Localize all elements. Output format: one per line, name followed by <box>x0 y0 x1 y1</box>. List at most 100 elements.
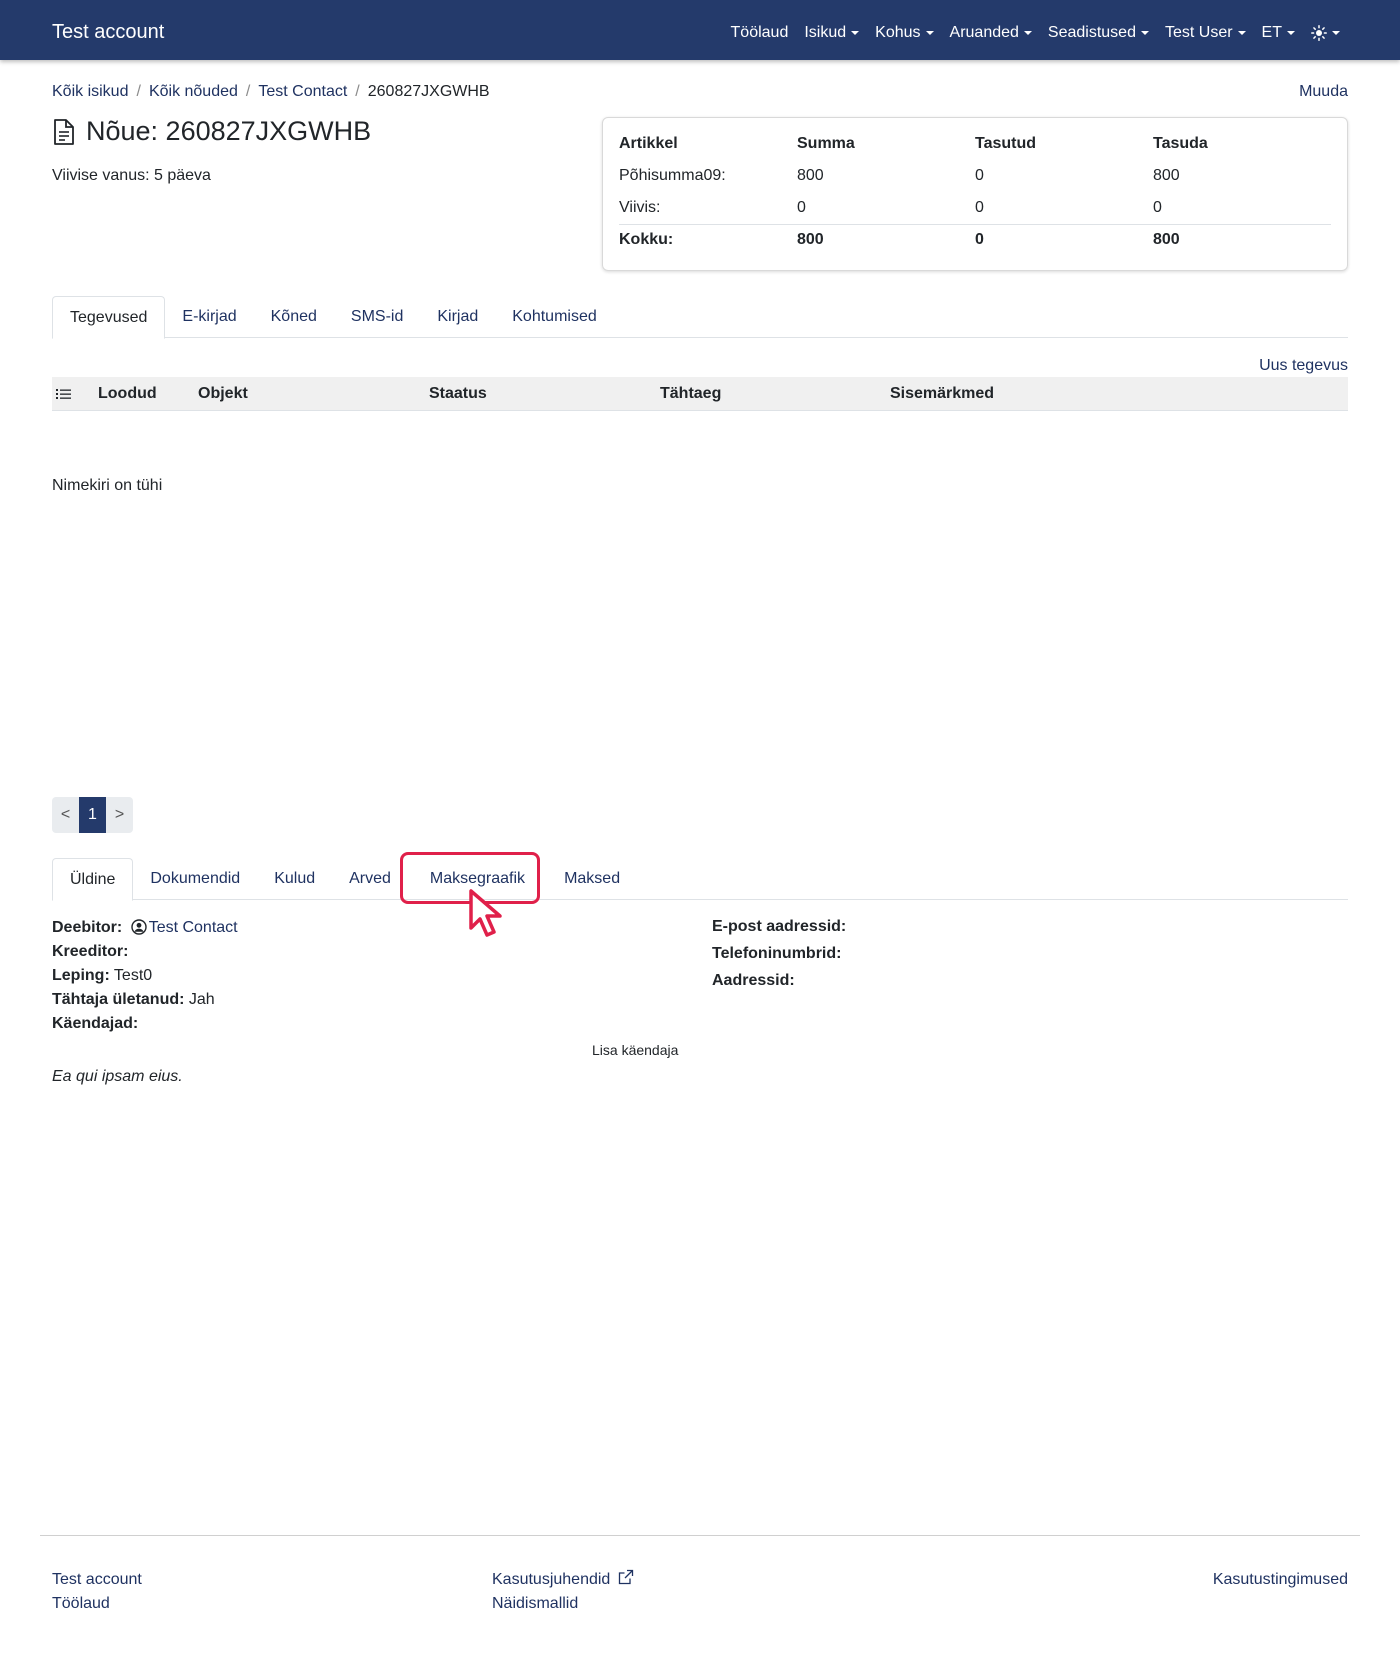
summary-cell: 800 <box>797 223 975 256</box>
user-circle-icon <box>130 919 147 935</box>
phones-label: Telefoninumbrid: <box>712 945 842 962</box>
pagination-next[interactable]: > <box>106 797 133 833</box>
summary-header: Summa <box>797 135 855 152</box>
footer-divider <box>40 1535 1360 1536</box>
column-header-internal-notes[interactable]: Sisemärkmed <box>890 385 994 403</box>
column-header-object[interactable]: Objekt <box>198 385 248 403</box>
pagination: < 1 > <box>52 797 133 833</box>
activity-table-header: Loodud Objekt Staatus Tähtaeg Sisemärkme… <box>52 377 1348 411</box>
footer-column-right: Kasutustingimused <box>1213 1568 1348 1592</box>
external-link-icon <box>618 1569 633 1585</box>
summary-header: Artikkel <box>619 135 678 152</box>
claim-note: Ea qui ipsam eius. <box>52 1068 183 1085</box>
tab-sms[interactable]: SMS-id <box>334 296 420 338</box>
nav-item-isikud[interactable]: Isikud <box>804 24 860 42</box>
claim-details: Deebitor: Test Contact Kreeditor: Leping… <box>52 916 238 1036</box>
creditor-label: Kreeditor: <box>52 943 129 960</box>
summary-cell: Kokku: <box>619 223 797 256</box>
pagination-prev[interactable]: < <box>52 797 79 833</box>
nav-item-aruanded[interactable]: Aruanded <box>950 24 1032 42</box>
caret-down-icon <box>1287 31 1295 35</box>
debtor-link[interactable]: Test Contact <box>149 919 238 936</box>
caret-down-icon <box>851 31 860 35</box>
nav-item-theme[interactable] <box>1311 24 1340 42</box>
contact-details: E-post aadressid: Telefoninumbrid: Aadre… <box>712 913 846 994</box>
summary-cell: 0 <box>797 198 806 216</box>
breadcrumb-separator: / <box>136 83 141 100</box>
summary-cell: 800 <box>1153 167 1180 184</box>
sun-icon <box>1311 25 1327 41</box>
overdue-row: Tähtaja ületanud: Jah <box>52 988 238 1012</box>
tab-costs[interactable]: Kulud <box>257 858 332 900</box>
nav-item-seadistused[interactable]: Seadistused <box>1048 24 1149 42</box>
column-header-created[interactable]: Loodud <box>98 385 157 403</box>
caret-down-icon <box>1023 31 1032 35</box>
contract-label: Leping: <box>52 967 110 984</box>
nav-item-user[interactable]: Test User <box>1165 24 1246 42</box>
summary-header: Tasutud <box>975 135 1037 152</box>
list-icon[interactable] <box>56 387 72 406</box>
nav-item-toolaud[interactable]: Töölaud <box>731 24 789 42</box>
breadcrumb-current: 260827JXGWHB <box>367 83 490 100</box>
caret-down-icon <box>1140 31 1149 35</box>
edit-link[interactable]: Muuda <box>1299 83 1348 101</box>
summary-header: Tasuda <box>1153 135 1208 152</box>
nav-menu: Töölaud Isikud Kohus Aruanded Seadistuse… <box>715 24 1340 42</box>
summary-header-row: Artikkel Summa Tasutud Tasuda <box>619 128 1331 160</box>
breadcrumb-contact[interactable]: Test Contact <box>258 83 347 101</box>
brand-link[interactable]: Test account <box>52 21 164 44</box>
nav-label: Seadistused <box>1047 24 1136 41</box>
guarantors-row: Käendajad: <box>52 1012 238 1036</box>
summary-cell: 0 <box>1153 198 1162 216</box>
addresses-label: Aadressid: <box>712 972 795 989</box>
tab-calls[interactable]: Kõned <box>254 296 334 338</box>
tab-letters[interactable]: Kirjad <box>420 296 495 338</box>
debtor-label: Deebitor: <box>52 919 123 936</box>
footer-link-account[interactable]: Test account <box>52 1568 142 1592</box>
pagination-page[interactable]: 1 <box>79 797 106 833</box>
nav-item-kohus[interactable]: Kohus <box>875 24 934 42</box>
add-guarantor-button[interactable]: Lisa käendaja <box>592 1042 678 1058</box>
column-header-status[interactable]: Staatus <box>429 385 487 403</box>
breadcrumb-separator: / <box>245 83 251 100</box>
tab-payments[interactable]: Maksed <box>547 858 637 900</box>
page-title-text: Nõue: 260827JXGWHB <box>86 116 372 146</box>
summary-card: Artikkel Summa Tasutud Tasuda Põhisumma0… <box>602 117 1348 271</box>
breadcrumb-all-persons[interactable]: Kõik isikud <box>52 83 128 101</box>
tab-invoices[interactable]: Arved <box>332 858 408 900</box>
footer-link-manuals[interactable]: Kasutusjuhendid <box>492 1571 610 1588</box>
tab-emails[interactable]: E-kirjad <box>165 296 253 338</box>
overdue-value: Jah <box>188 991 215 1008</box>
summary-cell: Põhisumma09: <box>619 167 726 184</box>
debtor-row: Deebitor: Test Contact <box>52 916 238 940</box>
footer-link-templates[interactable]: Näidismallid <box>492 1592 634 1616</box>
summary-cell: 0 <box>975 198 984 216</box>
footer-link-terms[interactable]: Kasutustingimused <box>1213 1568 1348 1592</box>
footer-link-manuals-row[interactable]: Kasutusjuhendid <box>492 1568 634 1592</box>
creditor-row: Kreeditor: <box>52 940 238 964</box>
empty-list-message: Nimekiri on tühi <box>52 477 163 494</box>
tab-documents[interactable]: Dokumendid <box>133 858 257 900</box>
activity-tabs: Tegevused E-kirjad Kõned SMS-id Kirjad K… <box>52 296 1348 339</box>
footer-link-dashboard[interactable]: Töölaud <box>52 1592 142 1616</box>
footer-column-left: Test account Töölaud <box>52 1568 142 1616</box>
tab-activities[interactable]: Tegevused <box>52 296 166 339</box>
nav-label: Töölaud <box>730 24 789 41</box>
footer-column-middle: Kasutusjuhendid Näidismallid <box>492 1568 634 1616</box>
column-header-deadline[interactable]: Tähtaeg <box>660 385 721 403</box>
new-activity-link[interactable]: Uus tegevus <box>1259 357 1348 375</box>
tab-meetings[interactable]: Kohtumised <box>495 296 614 338</box>
summary-table: Artikkel Summa Tasutud Tasuda Põhisumma0… <box>619 128 1331 256</box>
caret-down-icon <box>1237 31 1246 35</box>
summary-row: Põhisumma09: 800 0 800 <box>619 160 1331 192</box>
summary-cell: 0 <box>975 167 984 184</box>
contract-value: Test0 <box>113 967 153 984</box>
breadcrumb-all-claims[interactable]: Kõik nõuded <box>149 83 238 101</box>
summary-cell: Viivis: <box>619 198 661 216</box>
delay-age: Viivise vanus: 5 päeva <box>52 167 211 184</box>
nav-item-language[interactable]: ET <box>1262 24 1295 42</box>
guarantors-label: Käendajad: <box>52 1015 139 1032</box>
top-navbar: Test account Töölaud Isikud Kohus Aruand… <box>0 0 1400 60</box>
summary-cell: 800 <box>797 167 824 184</box>
tab-general[interactable]: Üldine <box>52 858 134 901</box>
